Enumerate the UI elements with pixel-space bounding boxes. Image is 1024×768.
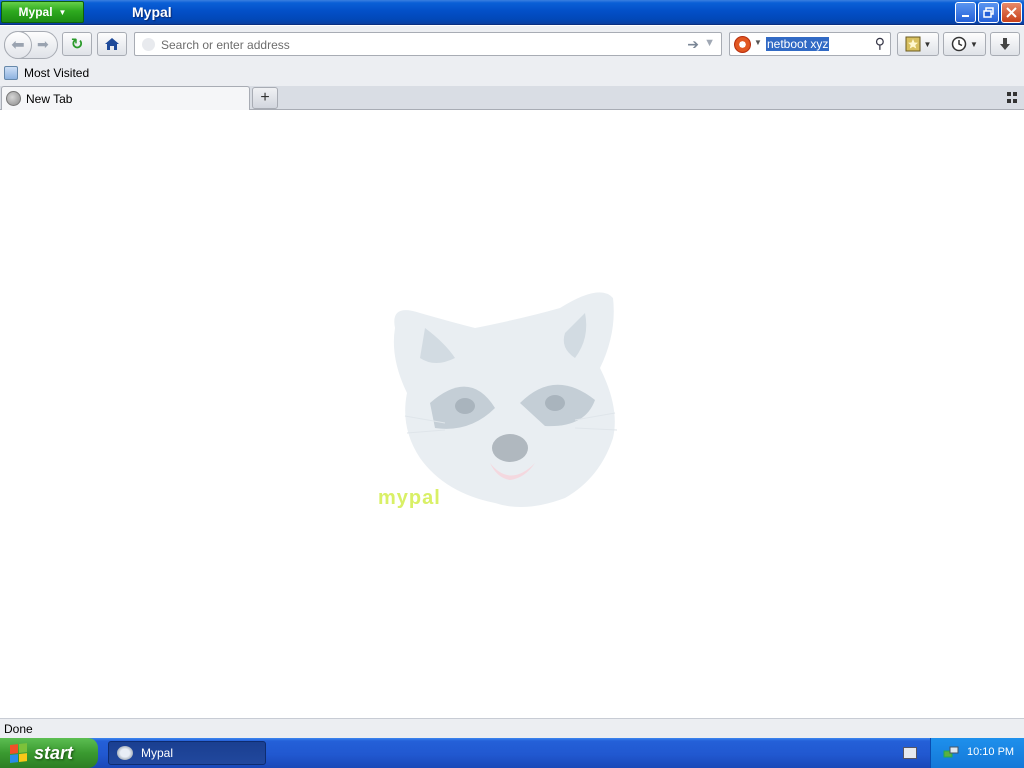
chevron-down-icon: ▼ [58, 7, 67, 17]
bookmark-star-icon [905, 36, 921, 52]
windows-logo-icon [10, 743, 28, 763]
tab-new-tab[interactable]: New Tab [1, 86, 250, 110]
bookmark-most-visited[interactable]: Most Visited [4, 66, 89, 80]
new-tab-button[interactable]: + [252, 87, 278, 109]
taskbar: start Mypal 10:10 PM [0, 738, 1024, 768]
minimize-icon [962, 15, 969, 17]
raccoon-logo [393, 292, 618, 507]
status-text: Done [4, 722, 33, 736]
downloads-button[interactable] [990, 32, 1020, 56]
history-dropdown-icon[interactable]: ▼ [704, 37, 715, 49]
folder-icon [4, 66, 18, 80]
back-button[interactable]: ⬅ [4, 31, 32, 59]
start-label: start [34, 742, 74, 763]
list-all-tabs-button[interactable] [1007, 92, 1019, 104]
go-arrow-icon[interactable]: ➔ [687, 36, 699, 53]
keyboard-icon[interactable] [903, 747, 917, 759]
window-title: Mypal [132, 4, 172, 20]
start-button[interactable]: start [0, 738, 98, 768]
status-bar: Done [0, 718, 1024, 738]
search-input[interactable]: netboot xyz [766, 37, 830, 51]
clock[interactable]: 10:10 PM [967, 746, 1014, 758]
chevron-down-icon: ▼ [923, 39, 932, 49]
address-bar[interactable]: Search or enter address ➔ ▼ [134, 32, 722, 56]
bookmarks-menu-button[interactable]: ▼ [897, 32, 939, 56]
page-content: mypal [0, 110, 1024, 718]
forward-button[interactable]: ➡ [37, 36, 49, 53]
minimize-button[interactable] [955, 2, 976, 23]
address-placeholder: Search or enter address [161, 38, 290, 52]
home-button[interactable] [97, 32, 127, 56]
restore-icon [983, 7, 994, 18]
app-menu-label: Mypal [18, 5, 53, 19]
clock-icon [951, 36, 967, 52]
logo-text: mypal [378, 487, 441, 509]
plus-icon: + [260, 89, 270, 106]
back-forward-group: ⬅ ➡ [4, 31, 58, 59]
restore-button[interactable] [978, 2, 999, 23]
taskbar-item-label: Mypal [141, 746, 174, 760]
bookmark-label: Most Visited [24, 66, 90, 80]
chevron-down-icon[interactable]: ▼ [754, 38, 762, 47]
reload-button[interactable]: ↻ [62, 32, 92, 56]
site-identity-icon [142, 38, 155, 51]
close-icon [1006, 7, 1017, 18]
back-arrow-icon: ⬅ [11, 37, 25, 54]
home-icon [105, 38, 119, 50]
system-tray: 10:10 PM [930, 738, 1024, 768]
close-button[interactable] [1001, 2, 1022, 23]
mypal-icon [117, 746, 133, 760]
network-icon[interactable] [943, 746, 959, 760]
search-bar[interactable]: ▼ netboot xyz ⚲ [729, 32, 891, 56]
forward-arrow-icon: ➡ [37, 36, 49, 52]
app-menu-button[interactable]: Mypal ▼ [1, 1, 84, 23]
tab-label: New Tab [26, 91, 73, 106]
chevron-down-icon: ▼ [970, 39, 978, 49]
navigation-toolbar: ⬅ ➡ ↻ Search or enter address ➔ ▼ ▼ netb… [0, 26, 1024, 62]
bookmarks-toolbar: Most Visited [0, 62, 1024, 86]
tab-strip: New Tab + [0, 86, 1024, 110]
history-button[interactable]: ▼ [943, 32, 986, 56]
search-engine-icon[interactable] [734, 36, 751, 53]
reload-icon: ↻ [70, 36, 84, 53]
download-icon [1000, 38, 1010, 50]
globe-icon [6, 91, 21, 106]
title-bar: Mypal ▼ Mypal [0, 0, 1024, 25]
search-icon[interactable]: ⚲ [875, 35, 885, 52]
taskbar-item-mypal[interactable]: Mypal [108, 741, 266, 765]
